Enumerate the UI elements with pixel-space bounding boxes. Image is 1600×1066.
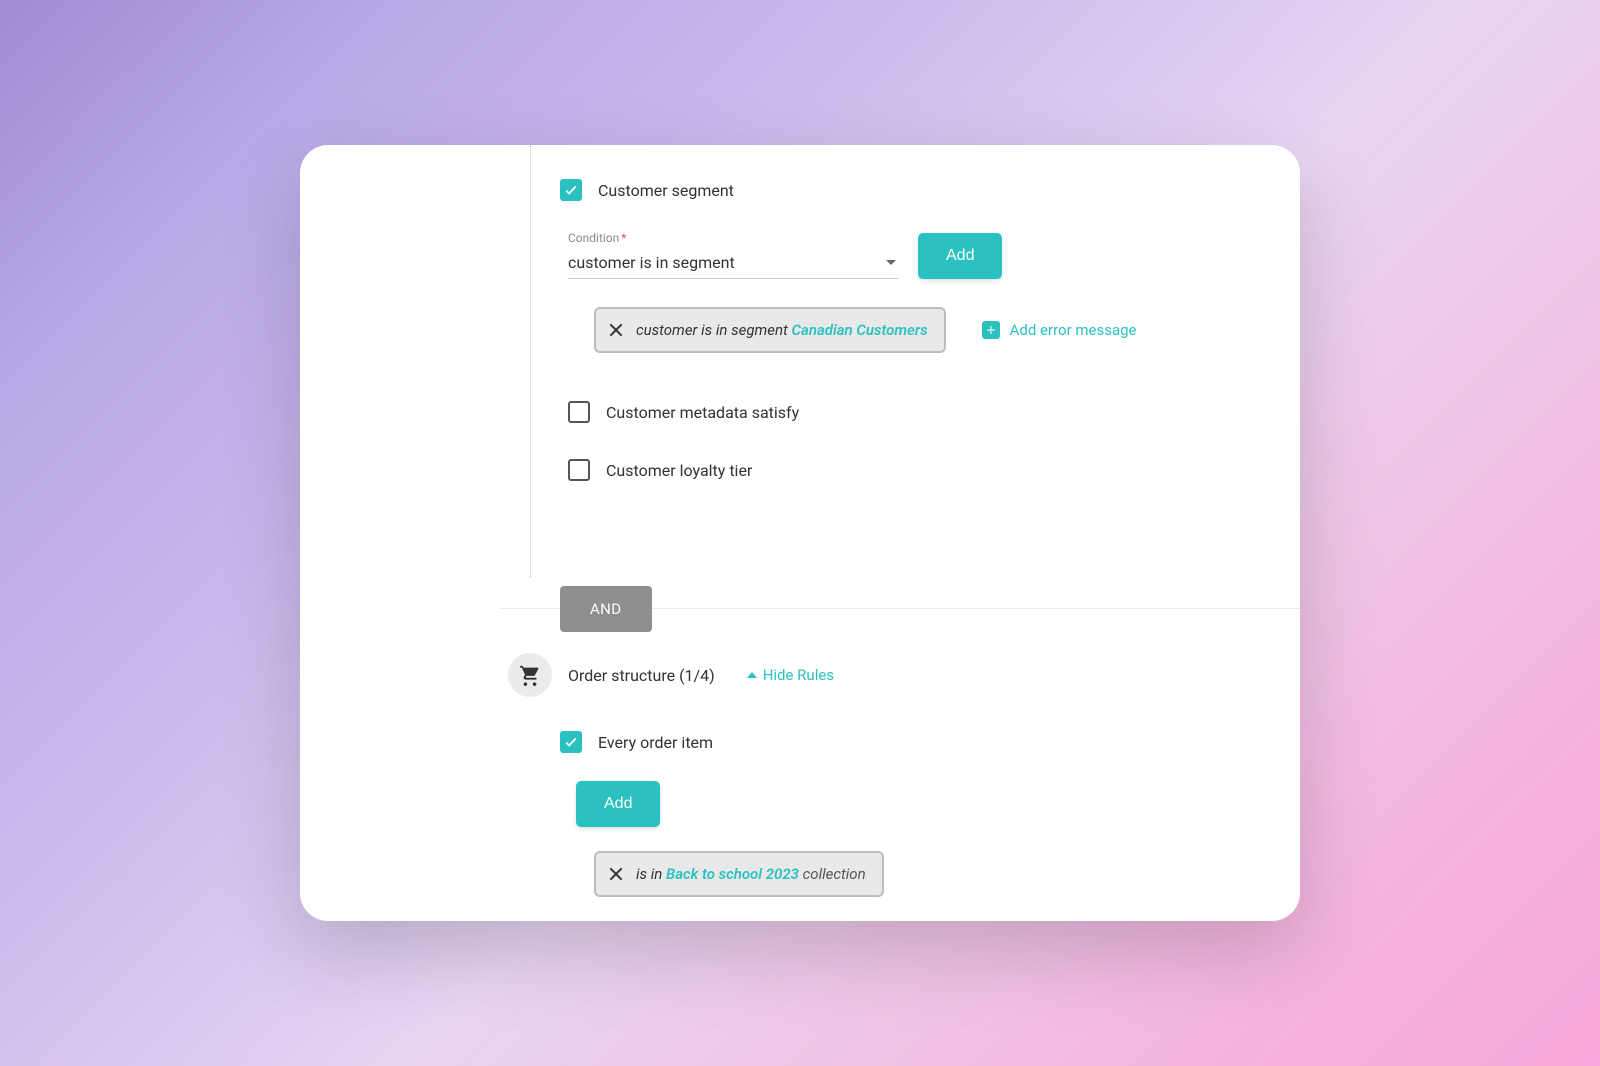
order-structure-body: Every order item Add is in Back to schoo… (300, 731, 1300, 897)
checkbox-customer-loyalty[interactable] (568, 459, 590, 481)
option-customer-loyalty[interactable]: Customer loyalty tier (300, 459, 1300, 481)
condition-chip-row: customer is in segment Canadian Customer… (300, 307, 1300, 353)
option-customer-metadata[interactable]: Customer metadata satisfy (300, 401, 1300, 423)
condition-field-label: Condition* (568, 231, 898, 245)
label-customer-segment: Customer segment (598, 181, 734, 200)
required-asterisk: * (621, 231, 626, 245)
condition-select-value: customer is in segment (568, 253, 735, 272)
add-error-message-link[interactable]: Add error message (982, 321, 1137, 339)
checkbox-every-order-item[interactable] (560, 731, 582, 753)
add-condition-button[interactable]: Add (918, 233, 1002, 279)
close-icon[interactable] (608, 322, 624, 338)
add-order-rule-wrap: Add (300, 781, 1300, 827)
plus-icon (982, 321, 1000, 339)
hide-rules-text: Hide Rules (763, 666, 834, 684)
condition-field: Condition* customer is in segment (568, 231, 898, 279)
option-every-order-item[interactable]: Every order item (300, 731, 1300, 753)
label-customer-metadata: Customer metadata satisfy (606, 403, 799, 422)
order-structure-section: Order structure (1/4) Hide Rules Every o… (300, 653, 1300, 897)
order-item-chip-row: is in Back to school 2023 collection (300, 851, 1300, 897)
cart-icon (519, 664, 541, 686)
close-icon[interactable] (608, 866, 624, 882)
check-icon (564, 735, 578, 749)
condition-row: Condition* customer is in segment Add (300, 231, 1300, 279)
segment-condition-chip: customer is in segment Canadian Customer… (594, 307, 946, 353)
option-customer-segment[interactable]: Customer segment (300, 179, 1300, 201)
checkbox-customer-metadata[interactable] (568, 401, 590, 423)
cart-icon-container (508, 653, 552, 697)
segment-link[interactable]: Canadian Customers (791, 321, 927, 339)
label-customer-loyalty: Customer loyalty tier (606, 461, 752, 480)
vertical-guide-top (530, 145, 531, 577)
card-content: Customer segment Condition* customer is … (300, 145, 1300, 921)
collection-condition-chip: is in Back to school 2023 collection (594, 851, 884, 897)
add-order-rule-button[interactable]: Add (576, 781, 660, 827)
condition-select[interactable]: customer is in segment (568, 245, 898, 279)
add-error-message-text: Add error message (1010, 321, 1137, 339)
caret-down-icon (886, 260, 896, 265)
collection-link[interactable]: Back to school 2023 (666, 865, 799, 883)
order-structure-title: Order structure (1/4) (568, 666, 715, 685)
check-icon (564, 183, 578, 197)
collection-condition-text: is in Back to school 2023 collection (636, 865, 866, 883)
hide-rules-toggle[interactable]: Hide Rules (747, 666, 834, 684)
and-connector: AND (560, 586, 652, 632)
chevron-up-icon (747, 672, 757, 678)
order-structure-header: Order structure (1/4) Hide Rules (300, 653, 1300, 697)
label-every-order-item: Every order item (598, 733, 713, 752)
rules-card: Customer segment Condition* customer is … (300, 145, 1300, 921)
segment-condition-text: customer is in segment Canadian Customer… (636, 321, 928, 339)
checkbox-customer-segment[interactable] (560, 179, 582, 201)
